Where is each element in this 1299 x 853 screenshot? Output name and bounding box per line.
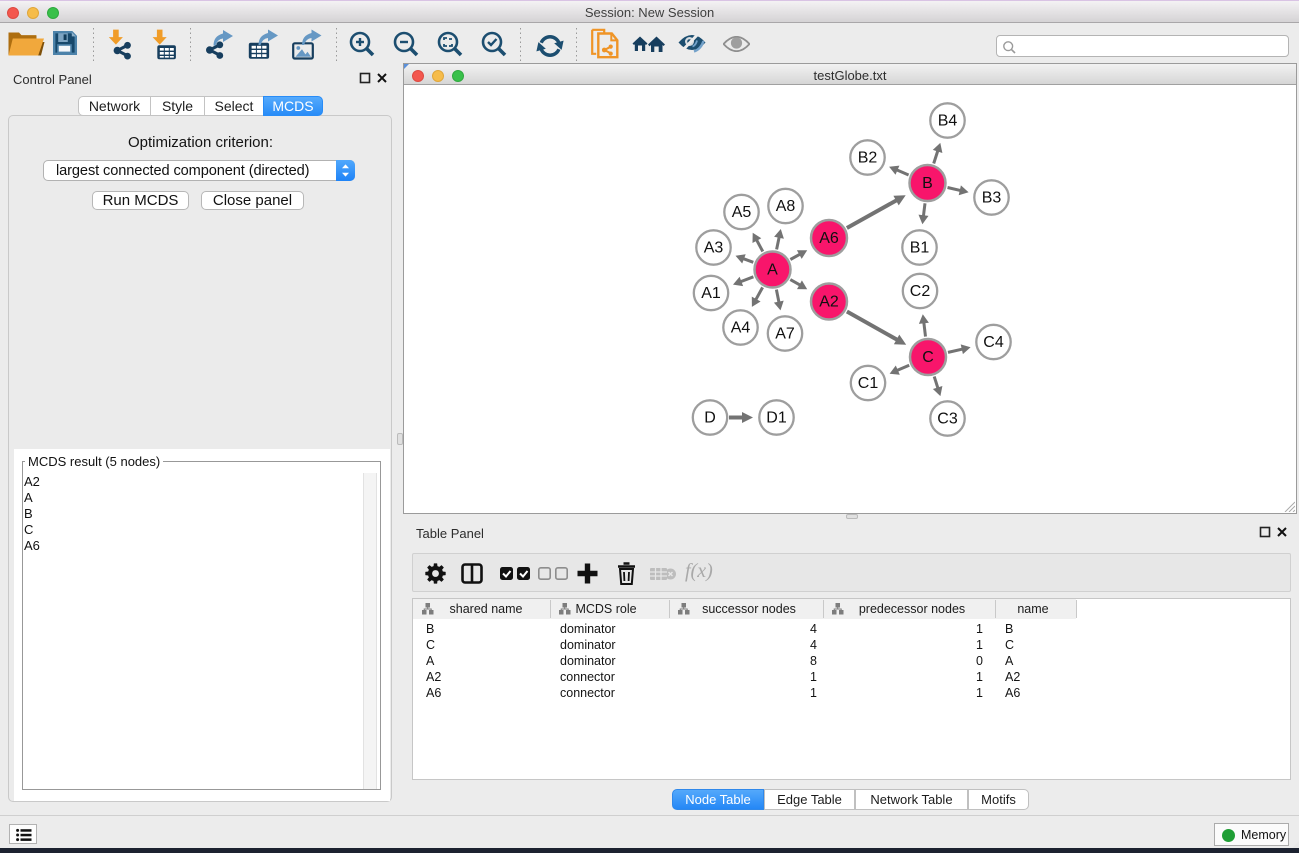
- svg-text:A2: A2: [1005, 670, 1020, 684]
- svg-text:A: A: [426, 654, 435, 668]
- svg-text:A: A: [767, 262, 778, 279]
- svg-text:A6: A6: [1005, 686, 1020, 700]
- svg-text:A6: A6: [819, 230, 839, 247]
- svg-text:B3: B3: [982, 190, 1002, 207]
- svg-text:C1: C1: [858, 375, 879, 392]
- svg-text:B4: B4: [938, 113, 958, 130]
- svg-text:B: B: [426, 622, 434, 636]
- svg-text:shared name: shared name: [450, 602, 523, 616]
- svg-text:A8: A8: [776, 198, 796, 215]
- svg-text:4: 4: [810, 622, 817, 636]
- svg-text:B1: B1: [910, 240, 930, 257]
- svg-text:1: 1: [976, 670, 983, 684]
- svg-text:1: 1: [810, 670, 817, 684]
- svg-text:successor nodes: successor nodes: [702, 602, 796, 616]
- svg-text:A1: A1: [701, 285, 721, 302]
- svg-text:dominator: dominator: [560, 654, 616, 668]
- svg-text:A5: A5: [732, 204, 752, 221]
- svg-text:predecessor nodes: predecessor nodes: [859, 602, 965, 616]
- svg-text:name: name: [1017, 602, 1048, 616]
- svg-text:B: B: [1005, 622, 1013, 636]
- svg-text:C4: C4: [983, 334, 1004, 351]
- svg-text:1: 1: [976, 686, 983, 700]
- svg-text:C: C: [922, 349, 934, 366]
- svg-text:A6: A6: [426, 686, 441, 700]
- svg-text:A2: A2: [426, 670, 441, 684]
- svg-text:A3: A3: [704, 240, 724, 257]
- svg-text:dominator: dominator: [560, 622, 616, 636]
- svg-text:1: 1: [976, 638, 983, 652]
- svg-text:MCDS role: MCDS role: [575, 602, 636, 616]
- svg-text:A4: A4: [731, 320, 751, 337]
- svg-text:D: D: [704, 410, 716, 427]
- svg-text:C2: C2: [910, 283, 931, 300]
- svg-text:A: A: [1005, 654, 1014, 668]
- svg-text:B: B: [922, 175, 933, 192]
- svg-text:C: C: [1005, 638, 1014, 652]
- svg-text:B2: B2: [858, 150, 878, 167]
- svg-text:dominator: dominator: [560, 638, 616, 652]
- svg-text:1: 1: [810, 686, 817, 700]
- svg-text:C3: C3: [937, 411, 958, 428]
- svg-text:1: 1: [976, 622, 983, 636]
- svg-text:A2: A2: [819, 294, 839, 311]
- svg-text:D1: D1: [766, 410, 787, 427]
- svg-text:connector: connector: [560, 670, 615, 684]
- svg-text:8: 8: [810, 654, 817, 668]
- svg-text:connector: connector: [560, 686, 615, 700]
- svg-text:A7: A7: [775, 326, 795, 343]
- svg-text:0: 0: [976, 654, 983, 668]
- svg-text:C: C: [426, 638, 435, 652]
- svg-text:4: 4: [810, 638, 817, 652]
